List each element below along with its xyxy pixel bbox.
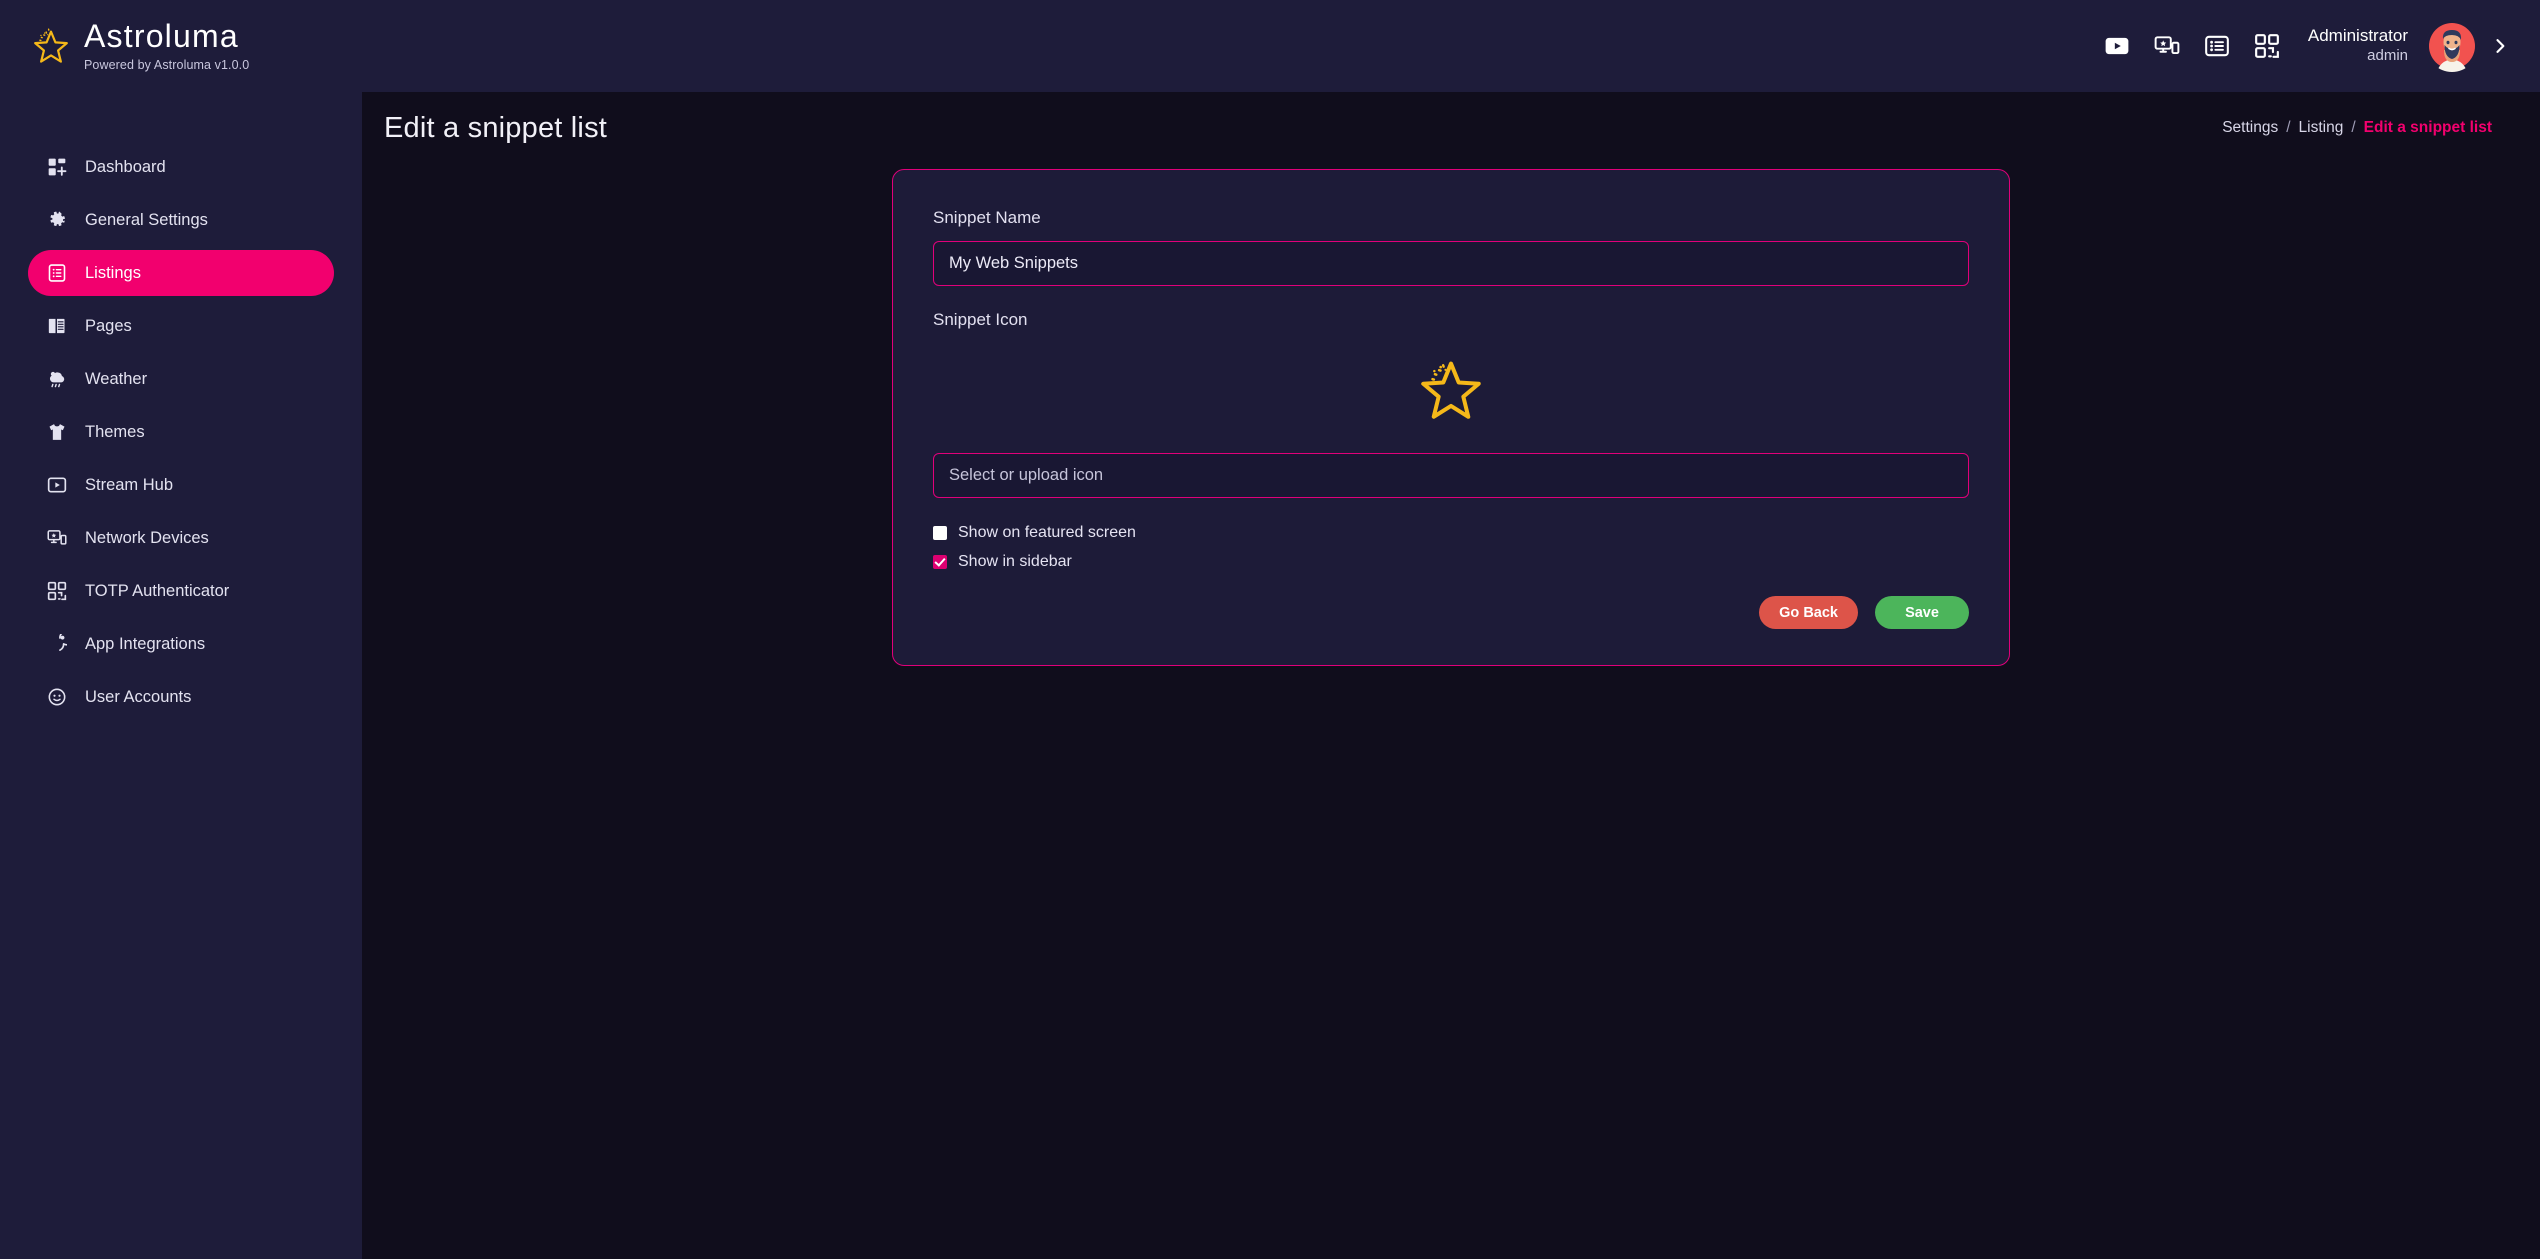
checkbox-row-show-in-sidebar: Show in sidebar (933, 553, 1969, 571)
sidebar-item-dashboard[interactable]: Dashboard (28, 144, 334, 190)
sidebar-item-stream-hub[interactable]: Stream Hub (28, 462, 334, 508)
brand-name: Astroluma (84, 18, 239, 55)
breadcrumb-item-current: Edit a snippet list (2363, 119, 2492, 136)
list-box-icon (46, 262, 68, 284)
sidebar-item-label: Themes (85, 422, 145, 441)
page-title: Edit a snippet list (384, 111, 608, 144)
play-box-icon (46, 474, 68, 496)
checkbox-label-show-on-featured-screen[interactable]: Show on featured screen (958, 524, 1136, 542)
checkbox-show-on-featured-screen[interactable] (933, 526, 947, 540)
snippet-edit-card: Snippet Name Snippet Icon (892, 169, 2010, 666)
star-sparkle-icon (1414, 352, 1488, 431)
book-icon (46, 315, 68, 337)
breadcrumb-separator: / (2286, 119, 2291, 136)
qr-code-icon (46, 580, 68, 602)
checkbox-group: Show on featured screen Show in sidebar (933, 524, 1969, 571)
sidebar-item-label: Listings (85, 263, 141, 282)
sidebar-item-label: User Accounts (85, 687, 192, 706)
breadcrumb-item[interactable]: Listing (2299, 119, 2344, 137)
sidebar: Astroluma Powered by Astroluma v1.0.0 Da… (0, 0, 362, 1259)
sidebar-item-app-integrations[interactable]: App Integrations (28, 621, 334, 667)
cloud-rain-icon (46, 368, 68, 390)
snippet-name-label: Snippet Name (933, 208, 1041, 227)
icon-select-input[interactable] (933, 453, 1969, 498)
snippet-icon-preview (933, 343, 1969, 439)
chevron-right-icon[interactable] (2478, 36, 2522, 56)
list-view-icon[interactable] (2204, 33, 2230, 59)
play-video-icon[interactable] (2104, 33, 2130, 59)
sidebar-item-listings[interactable]: Listings (28, 250, 334, 296)
sidebar-item-label: General Settings (85, 210, 208, 229)
sidebar-item-network-devices[interactable]: Network Devices (28, 515, 334, 561)
sidebar-item-label: Dashboard (85, 157, 166, 176)
snippet-icon-label: Snippet Icon (933, 310, 1028, 329)
sidebar-item-user-accounts[interactable]: User Accounts (28, 674, 334, 720)
user-circle-icon (46, 686, 68, 708)
sidebar-item-label: Network Devices (85, 528, 209, 547)
sidebar-item-weather[interactable]: Weather (28, 356, 334, 402)
form-container: Snippet Name Snippet Icon (362, 164, 2540, 666)
sidebar-item-label: Weather (85, 369, 148, 388)
sidebar-nav: Dashboard General Settings Listings Pages We… (0, 144, 362, 720)
dashboard-grid-icon (46, 156, 68, 178)
app-root: Astroluma Powered by Astroluma v1.0.0 Da… (0, 0, 2540, 1259)
sidebar-item-label: Pages (85, 316, 132, 335)
sidebar-item-label: App Integrations (85, 634, 206, 653)
brand-subtitle: Powered by Astroluma v1.0.0 (84, 57, 250, 72)
monitor-device-icon (46, 527, 68, 549)
checkbox-row-show-on-featured-screen: Show on featured screen (933, 524, 1969, 542)
avatar[interactable] (2426, 20, 2478, 72)
checkbox-label-show-in-sidebar[interactable]: Show in sidebar (958, 553, 1072, 571)
breadcrumb-separator: / (2351, 119, 2356, 136)
breadcrumb-item[interactable]: Settings (2222, 119, 2278, 137)
tshirt-icon (46, 421, 68, 443)
user-profile[interactable]: Administrator admin (2308, 26, 2408, 67)
page-header: Edit a snippet list Settings / Listing / Edi… (362, 92, 2540, 164)
topbar-icon-group (2104, 33, 2280, 59)
power-circle-icon (46, 633, 68, 655)
qr-code-icon[interactable] (2254, 33, 2280, 59)
checkbox-show-in-sidebar[interactable] (933, 555, 947, 569)
brand-header[interactable]: Astroluma Powered by Astroluma v1.0.0 (0, 0, 362, 92)
save-button[interactable]: Save (1875, 596, 1969, 629)
form-actions: Go Back Save (933, 596, 1969, 629)
sidebar-item-themes[interactable]: Themes (28, 409, 334, 455)
sidebar-item-totp-authenticator[interactable]: TOTP Authenticator (28, 568, 334, 614)
breadcrumb: Settings / Listing / Edit a snippet list (2222, 119, 2492, 137)
user-name: Administrator (2307, 25, 2408, 45)
star-sparkle-icon (28, 23, 74, 69)
sidebar-item-general-settings[interactable]: General Settings (28, 197, 334, 243)
gear-icon (46, 209, 68, 231)
sidebar-item-pages[interactable]: Pages (28, 303, 334, 349)
sidebar-item-label: TOTP Authenticator (85, 581, 230, 600)
main-area: Administrator admin Edit a snippet list … (362, 0, 2540, 1259)
device-star-icon[interactable] (2154, 33, 2180, 59)
topbar: Administrator admin (362, 0, 2540, 92)
sidebar-item-label: Stream Hub (85, 475, 174, 494)
snippet-name-input[interactable] (933, 241, 1969, 286)
go-back-button[interactable]: Go Back (1759, 596, 1858, 629)
user-role: admin (2367, 47, 2408, 65)
